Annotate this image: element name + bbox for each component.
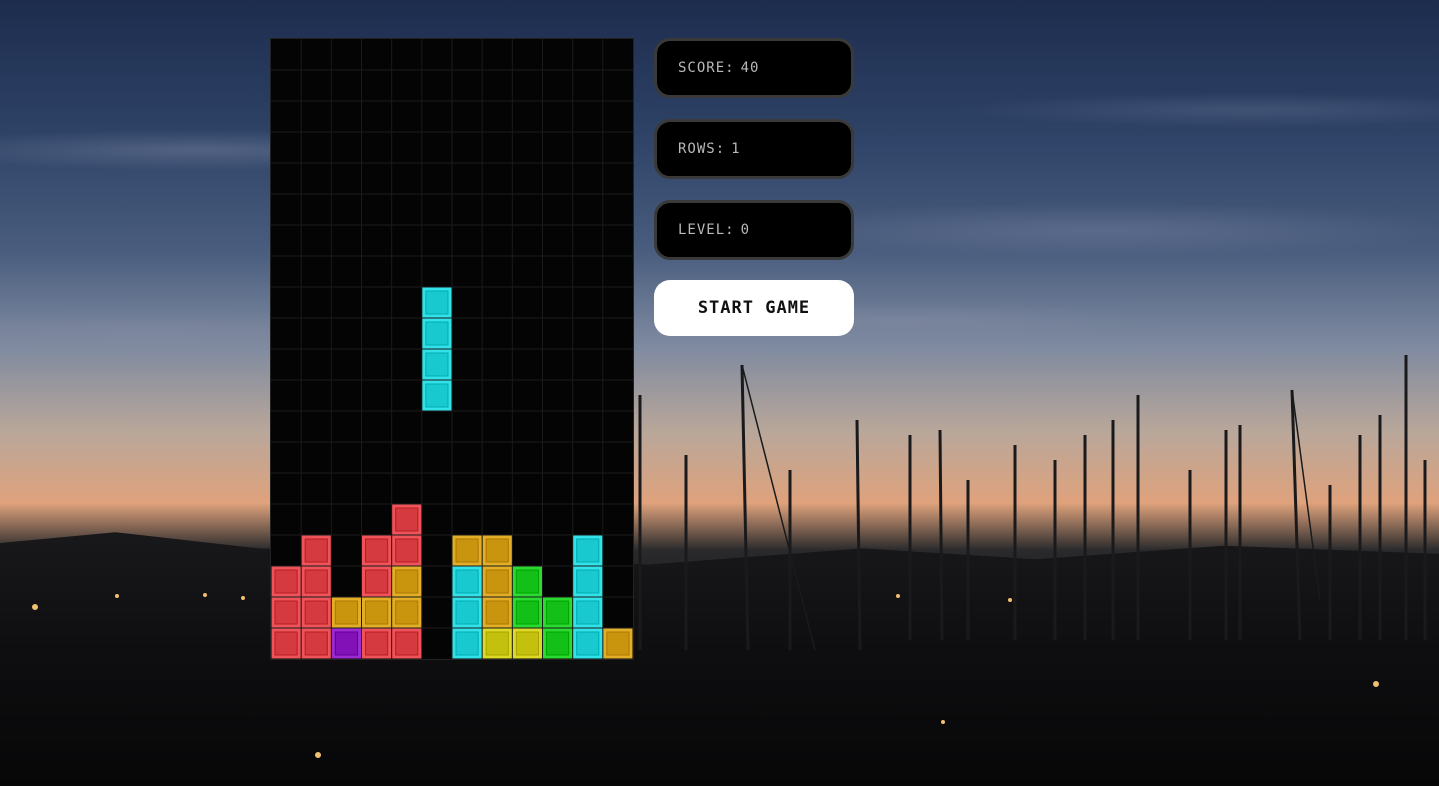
board-grid [271, 39, 633, 659]
block-orange [362, 597, 392, 628]
block-cyan [452, 566, 482, 597]
block-cyan [573, 535, 603, 566]
block-red [362, 628, 392, 659]
rows-label: ROWS: [678, 141, 726, 157]
block-orange [392, 566, 422, 597]
block-red [301, 628, 331, 659]
grid-lines [271, 39, 633, 659]
block-purple [331, 628, 361, 659]
block-red [271, 597, 301, 628]
block-orange [331, 597, 361, 628]
block-red [301, 566, 331, 597]
block-cyan [422, 349, 452, 380]
score-display: SCORE: 40 [654, 38, 854, 98]
block-red [392, 535, 422, 566]
level-label: LEVEL: [678, 222, 735, 238]
block-cyan [422, 380, 452, 411]
game-board[interactable] [270, 38, 634, 660]
background-hills [0, 532, 1439, 786]
block-orange [482, 535, 512, 566]
block-green [512, 566, 542, 597]
rows-value: 1 [731, 141, 741, 157]
block-orange [392, 597, 422, 628]
block-red [271, 628, 301, 659]
block-cyan [573, 628, 603, 659]
level-value: 0 [740, 222, 751, 238]
block-yellow [482, 628, 512, 659]
block-yellow [512, 628, 542, 659]
block-orange [482, 566, 512, 597]
score-label: SCORE: [678, 60, 735, 76]
block-red [392, 504, 422, 535]
block-cyan [452, 628, 482, 659]
rows-display: ROWS: 1 [654, 119, 854, 179]
block-red [301, 535, 331, 566]
block-cyan [452, 597, 482, 628]
block-red [362, 535, 392, 566]
level-display: LEVEL: 0 [654, 200, 854, 260]
block-cyan [573, 566, 603, 597]
block-red [362, 566, 392, 597]
start-game-button[interactable]: START GAME [654, 280, 854, 336]
block-red [301, 597, 331, 628]
block-green [543, 597, 573, 628]
score-value: 40 [740, 60, 760, 76]
block-cyan [573, 597, 603, 628]
block-orange [452, 535, 482, 566]
block-cyan [422, 287, 452, 318]
block-green [543, 628, 573, 659]
block-orange [603, 628, 633, 659]
block-orange [482, 597, 512, 628]
block-red [271, 566, 301, 597]
block-green [512, 597, 542, 628]
block-red [392, 628, 422, 659]
block-cyan [422, 318, 452, 349]
